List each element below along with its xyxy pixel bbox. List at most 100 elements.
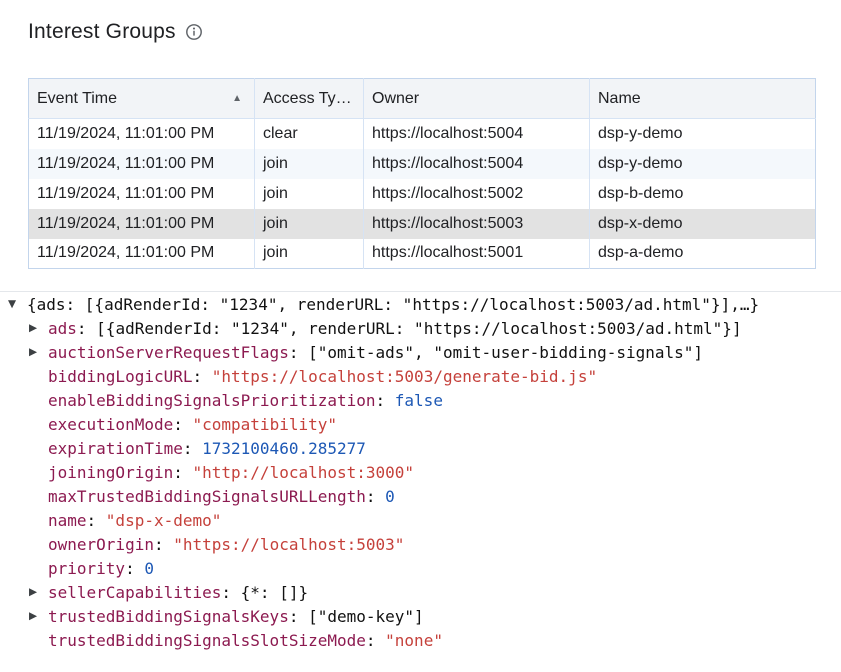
token-number: 1732100460.285277 [202, 439, 366, 458]
cell-name: dsp-x-demo [590, 209, 816, 239]
cell-event-time: 11/19/2024, 11:01:00 PM [29, 179, 255, 209]
tree-row[interactable]: ▶auctionServerRequestFlags: ["omit-ads",… [0, 340, 841, 364]
table-body: 11/19/2024, 11:01:00 PMclearhttps://loca… [29, 119, 816, 269]
cell-owner: https://localhost:5001 [364, 239, 590, 269]
table-row[interactable]: 11/19/2024, 11:01:00 PMjoinhttps://local… [29, 149, 816, 179]
cell-access-type: clear [255, 119, 364, 149]
cell-event-time: 11/19/2024, 11:01:00 PM [29, 209, 255, 239]
tree-row[interactable]: ▶sellerCapabilities: {*: []} [0, 580, 841, 604]
cell-name: dsp-b-demo [590, 179, 816, 209]
column-header-access-type[interactable]: Access Ty… [255, 79, 364, 119]
token-plain: : [77, 319, 96, 338]
cell-owner: https://localhost:5002 [364, 179, 590, 209]
cell-name: dsp-y-demo [590, 119, 816, 149]
cell-event-time: 11/19/2024, 11:01:00 PM [29, 149, 255, 179]
cell-access-type: join [255, 209, 364, 239]
tree-row[interactable]: name: "dsp-x-demo" [0, 508, 841, 532]
info-icon[interactable] [185, 23, 203, 41]
tree-row[interactable]: trustedBiddingSignalsSlotSizeMode: "none… [0, 628, 841, 652]
column-label: Owner [372, 90, 419, 107]
table-row[interactable]: 11/19/2024, 11:01:00 PMjoinhttps://local… [29, 209, 816, 239]
sort-ascending-icon: ▲ [232, 94, 242, 104]
token-plain: : [376, 391, 395, 410]
cell-owner: https://localhost:5003 [364, 209, 590, 239]
tree-row[interactable]: executionMode: "compatibility" [0, 412, 841, 436]
token-string: "dsp-x-demo" [106, 511, 222, 530]
token-plain: : [154, 535, 173, 554]
token-plain: : [125, 559, 144, 578]
table-row[interactable]: 11/19/2024, 11:01:00 PMjoinhttps://local… [29, 179, 816, 209]
tree-row[interactable]: maxTrustedBiddingSignalsURLLength: 0 [0, 484, 841, 508]
table-row[interactable]: 11/19/2024, 11:01:00 PMjoinhttps://local… [29, 239, 816, 269]
token-plain: : [221, 583, 240, 602]
triangle-right-icon[interactable]: ▶ [29, 611, 48, 622]
token-plain: ["omit-ads", "omit-user-bidding-signals"… [308, 343, 703, 362]
cell-event-time: 11/19/2024, 11:01:00 PM [29, 239, 255, 269]
token-key: biddingLogicURL [48, 367, 193, 386]
token-plain: : [289, 607, 308, 626]
triangle-down-icon[interactable]: ▼ [8, 299, 27, 310]
info-icon-glyph [185, 23, 203, 41]
tree-row[interactable]: expirationTime: 1732100460.285277 [0, 436, 841, 460]
token-plain: : [183, 439, 202, 458]
triangle-right-icon[interactable]: ▶ [29, 587, 48, 598]
token-key: maxTrustedBiddingSignalsURLLength [48, 487, 366, 506]
column-label: Event Time [37, 90, 117, 107]
token-key: joiningOrigin [48, 463, 173, 482]
cell-access-type: join [255, 149, 364, 179]
token-plain: : [366, 631, 385, 650]
page-title: Interest Groups [28, 20, 176, 44]
token-plain: : [366, 487, 385, 506]
token-plain: : [289, 343, 308, 362]
cell-event-time: 11/19/2024, 11:01:00 PM [29, 119, 255, 149]
tree-row[interactable]: priority: 0 [0, 556, 841, 580]
tree-row[interactable]: joiningOrigin: "http://localhost:3000" [0, 460, 841, 484]
token-key: sellerCapabilities [48, 583, 221, 602]
column-label: Access Ty… [263, 90, 352, 107]
page-header: Interest Groups [28, 20, 203, 44]
triangle-right-icon[interactable]: ▶ [29, 347, 48, 358]
tree-row[interactable]: ownerOrigin: "https://localhost:5003" [0, 532, 841, 556]
column-label: Name [598, 90, 641, 107]
tree-row[interactable]: ▼{ads: [{adRenderId: "1234", renderURL: … [0, 292, 841, 316]
cell-name: dsp-a-demo [590, 239, 816, 269]
token-key: trustedBiddingSignalsKeys [48, 607, 289, 626]
token-key: ads [48, 319, 77, 338]
token-plain: [{adRenderId: "1234", renderURL: "https:… [96, 319, 741, 338]
token-string: "http://localhost:3000" [193, 463, 415, 482]
cell-access-type: join [255, 179, 364, 209]
json-tree: ▼{ads: [{adRenderId: "1234", renderURL: … [0, 292, 841, 652]
table-header-row: Event Time ▲ Access Ty… Owner Name [29, 79, 816, 119]
token-key: enableBiddingSignalsPrioritization [48, 391, 376, 410]
token-key: executionMode [48, 415, 173, 434]
token-key: auctionServerRequestFlags [48, 343, 289, 362]
column-header-name[interactable]: Name [590, 79, 816, 119]
cell-name: dsp-y-demo [590, 149, 816, 179]
column-header-event-time[interactable]: Event Time ▲ [29, 79, 255, 119]
token-plain: : [173, 415, 192, 434]
token-plain: {*: []} [241, 583, 308, 602]
token-number: 0 [385, 487, 395, 506]
token-string: "none" [385, 631, 443, 650]
token-key: name [48, 511, 87, 530]
tree-row[interactable]: biddingLogicURL: "https://localhost:5003… [0, 364, 841, 388]
token-key: expirationTime [48, 439, 183, 458]
tree-row[interactable]: ▶trustedBiddingSignalsKeys: ["demo-key"] [0, 604, 841, 628]
token-plain: : [193, 367, 212, 386]
token-string: "https://localhost:5003/generate-bid.js" [212, 367, 597, 386]
tree-row[interactable]: ▶ads: [{adRenderId: "1234", renderURL: "… [0, 316, 841, 340]
token-key: trustedBiddingSignalsSlotSizeMode [48, 631, 366, 650]
token-boolean: false [395, 391, 443, 410]
interest-groups-table: Event Time ▲ Access Ty… Owner Name 11/19… [28, 78, 816, 269]
tree-row[interactable]: enableBiddingSignalsPrioritization: fals… [0, 388, 841, 412]
cell-owner: https://localhost:5004 [364, 119, 590, 149]
token-key: ownerOrigin [48, 535, 154, 554]
token-key: priority [48, 559, 125, 578]
token-plain: {ads: [{adRenderId: "1234", renderURL: "… [27, 295, 759, 314]
token-plain: ["demo-key"] [308, 607, 424, 626]
cell-access-type: join [255, 239, 364, 269]
column-header-owner[interactable]: Owner [364, 79, 590, 119]
table-row[interactable]: 11/19/2024, 11:01:00 PMclearhttps://loca… [29, 119, 816, 149]
token-string: "compatibility" [193, 415, 338, 434]
triangle-right-icon[interactable]: ▶ [29, 323, 48, 334]
